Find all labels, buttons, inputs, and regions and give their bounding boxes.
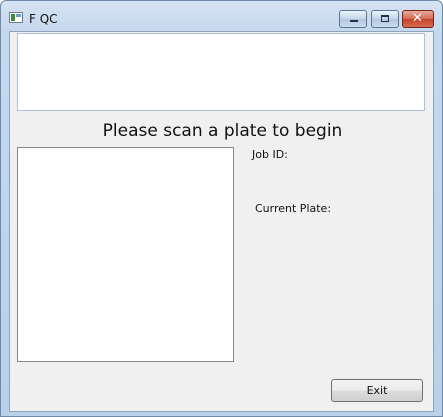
window-title: F QC <box>29 12 58 26</box>
app-window: F QC ✕ Please scan a plate to begin Job … <box>0 0 443 417</box>
title-bar[interactable]: F QC ✕ <box>1 1 442 31</box>
minimize-icon <box>350 20 358 22</box>
client-area: Please scan a plate to begin Job ID: Cur… <box>9 31 434 412</box>
exit-button[interactable]: Exit <box>331 379 423 402</box>
close-icon: ✕ <box>412 11 423 26</box>
job-id-label: Job ID: <box>252 148 288 161</box>
close-button[interactable]: ✕ <box>402 10 434 28</box>
maximize-button[interactable] <box>371 10 399 28</box>
plate-list-panel[interactable] <box>17 147 234 362</box>
app-icon <box>9 12 23 23</box>
message-box[interactable] <box>17 33 425 111</box>
scan-prompt: Please scan a plate to begin <box>102 121 343 141</box>
current-plate-label: Current Plate: <box>255 202 332 215</box>
minimize-button[interactable] <box>339 10 367 28</box>
maximize-icon <box>381 15 389 22</box>
